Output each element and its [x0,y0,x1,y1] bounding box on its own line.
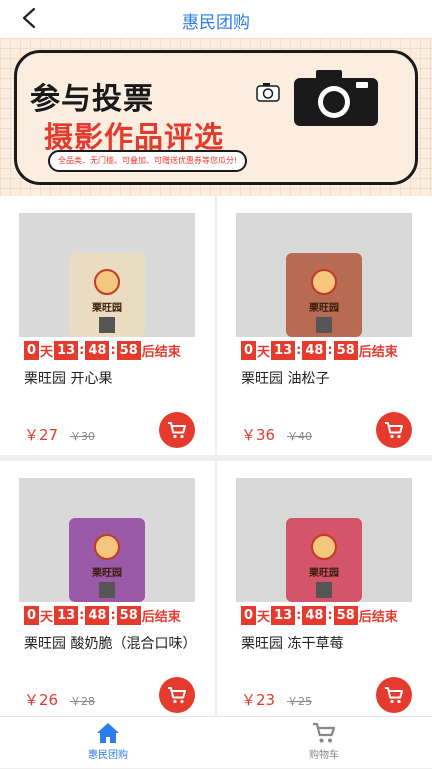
mascot-logo [311,269,337,295]
countdown-suffix: 后结束 [141,610,181,625]
countdown-hours: 13 [54,606,79,625]
bag-label: 栗旺园 [92,303,122,314]
countdown-seconds: 58 [116,341,141,360]
countdown-days: 0 [24,606,40,625]
countdown-days: 0 [241,606,257,625]
cart-icon [385,687,403,704]
product-card[interactable]: 栗旺园 0 天 13 : 48 : 58 后结束 栗旺园 酸奶脆（混合口味） ￥… [0,461,215,720]
cart-icon [168,422,186,439]
add-to-cart-button[interactable] [159,412,195,448]
original-price: ￥30 [70,430,95,443]
product-card[interactable]: 栗旺园 0 天 13 : 48 : 58 后结束 栗旺园 冻干草莓 ￥23 ￥2… [217,461,432,720]
add-to-cart-button[interactable] [159,677,195,713]
product-image[interactable]: 栗旺园 [236,213,412,337]
countdown-sep: : [327,608,333,623]
product-name[interactable]: 栗旺园 开心果 [24,368,200,390]
bag-label: 栗旺园 [309,303,339,314]
countdown-hours: 13 [271,606,296,625]
original-price: ￥40 [287,430,312,443]
top-bar: 惠民团购 [0,0,432,38]
original-price: ￥25 [287,695,312,708]
countdown-sep: : [79,608,85,623]
product-price: ￥23 [241,691,276,709]
product-name[interactable]: 栗旺园 冻干草莓 [241,633,417,655]
countdown-suffix: 后结束 [358,345,398,360]
banner-headline: 参与投票 [30,82,154,117]
banner-subtitle: 全品类、无门槛、可叠加、可赠送优惠券等您瓜分! [48,150,248,172]
countdown-day-label: 天 [257,610,271,625]
countdown-seconds: 58 [116,606,141,625]
countdown-timer: 0 天 13 : 48 : 58 后结束 [241,341,399,360]
countdown-timer: 0 天 13 : 48 : 58 后结束 [24,341,182,360]
mascot-logo [94,269,120,295]
countdown-days: 0 [241,341,257,360]
countdown-timer: 0 天 13 : 48 : 58 后结束 [241,606,399,625]
countdown-sep: : [327,343,333,358]
camera-icon [294,70,378,126]
bottom-tab-bar: 惠民团购 购物车 [0,716,432,768]
page-title: 惠民团购 [182,13,250,33]
countdown-hours: 13 [54,341,79,360]
promo-banner[interactable]: 参与投票 摄影作品评选 全品类、无门槛、可叠加、可赠送优惠券等您瓜分! [0,38,432,196]
countdown-suffix: 后结束 [141,345,181,360]
qr-code [99,582,115,598]
product-card[interactable]: 栗旺园 0 天 13 : 48 : 58 后结束 栗旺园 开心果 ￥27 ￥30 [0,196,215,455]
product-card[interactable]: 栗旺园 0 天 13 : 48 : 58 后结束 栗旺园 油松子 ￥36 ￥40 [217,196,432,455]
qr-code [316,582,332,598]
cart-icon [313,722,336,743]
qr-code [99,317,115,333]
countdown-seconds: 58 [333,606,358,625]
cart-icon [385,422,403,439]
bag-label: 栗旺园 [92,568,122,579]
product-price: ￥26 [24,691,59,709]
countdown-seconds: 58 [333,341,358,360]
countdown-sep: : [110,608,116,623]
product-image[interactable]: 栗旺园 [236,478,412,602]
cart-icon [168,687,186,704]
countdown-minutes: 48 [302,341,327,360]
product-name[interactable]: 栗旺园 油松子 [241,368,417,390]
tab-home-label: 惠民团购 [88,750,128,761]
countdown-day-label: 天 [40,345,54,360]
mascot-logo [311,534,337,560]
original-price: ￥28 [70,695,95,708]
product-price: ￥27 [24,426,59,444]
home-icon [97,723,119,743]
countdown-minutes: 48 [302,606,327,625]
countdown-sep: : [296,608,302,623]
product-image[interactable]: 栗旺园 [19,478,195,602]
product-image[interactable]: 栗旺园 [19,213,195,337]
countdown-sep: : [296,343,302,358]
countdown-day-label: 天 [40,610,54,625]
add-to-cart-button[interactable] [376,412,412,448]
add-to-cart-button[interactable] [376,677,412,713]
product-name[interactable]: 栗旺园 酸奶脆（混合口味） [24,633,200,655]
tab-home[interactable]: 惠民团购 [0,717,216,769]
countdown-days: 0 [24,341,40,360]
countdown-suffix: 后结束 [358,610,398,625]
qr-code [316,317,332,333]
countdown-minutes: 48 [85,606,110,625]
product-grid: 栗旺园 0 天 13 : 48 : 58 后结束 栗旺园 开心果 ￥27 ￥30… [0,196,432,720]
countdown-day-label: 天 [257,345,271,360]
product-price: ￥36 [241,426,276,444]
countdown-timer: 0 天 13 : 48 : 58 后结束 [24,606,182,625]
tab-cart-label: 购物车 [309,750,339,761]
bag-label: 栗旺园 [309,568,339,579]
countdown-minutes: 48 [85,341,110,360]
mascot-logo [94,534,120,560]
camera-small-icon [256,83,280,102]
countdown-hours: 13 [271,341,296,360]
countdown-sep: : [79,343,85,358]
tab-cart[interactable]: 购物车 [216,717,432,769]
countdown-sep: : [110,343,116,358]
